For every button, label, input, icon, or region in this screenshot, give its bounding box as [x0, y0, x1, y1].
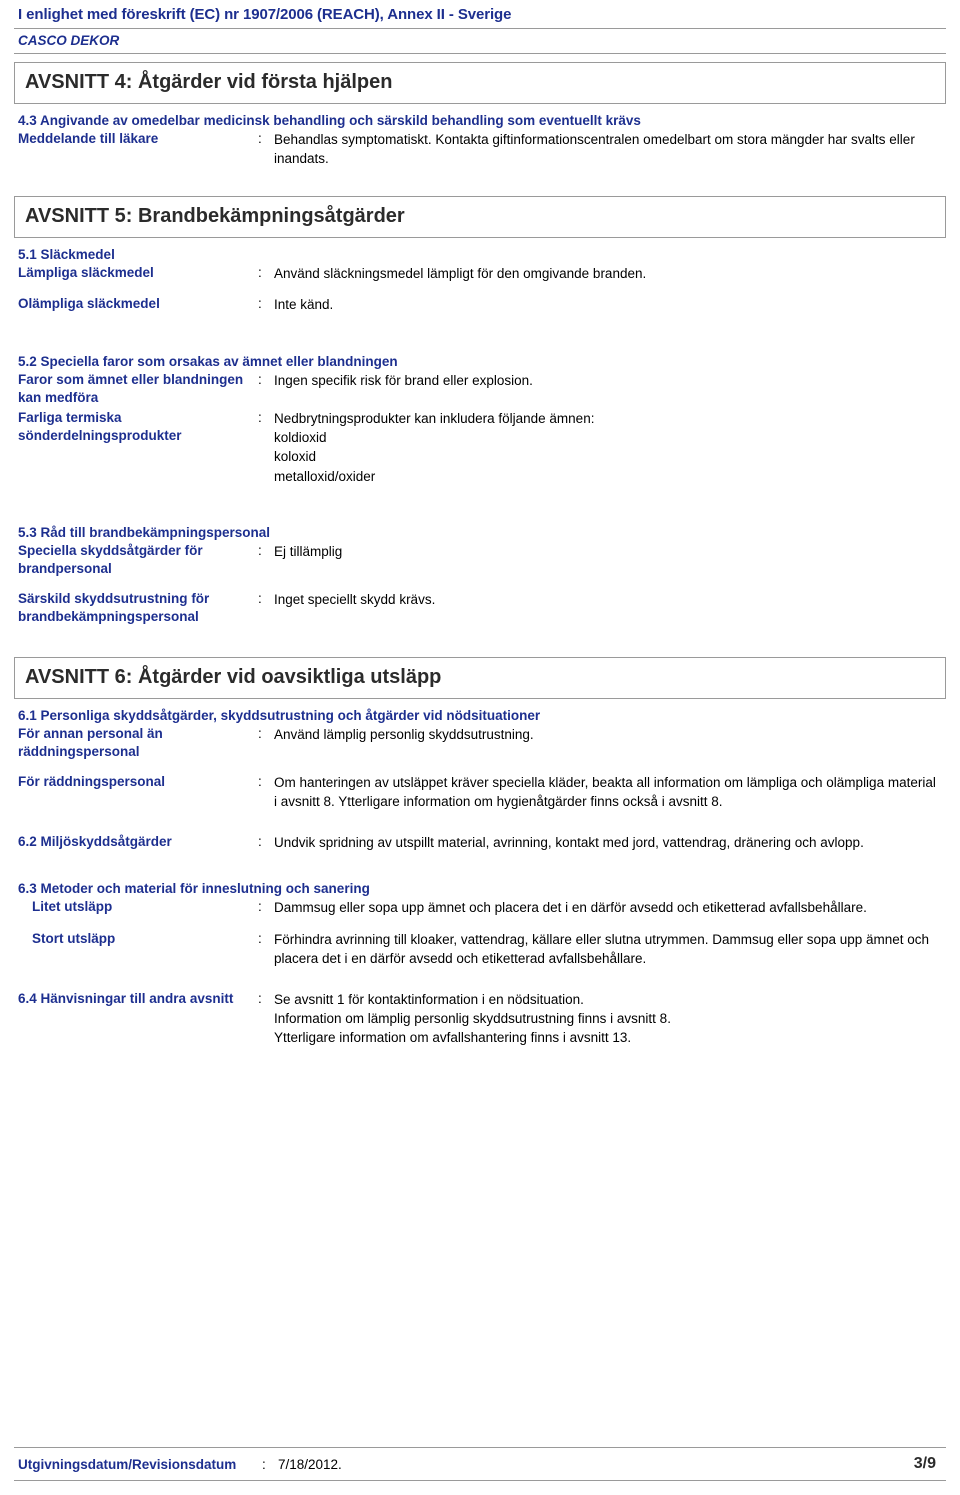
label-farliga-termiska: Farliga termiska sönderdelningsprodukter — [14, 409, 258, 445]
row-farliga-termiska: Farliga termiska sönderdelningsprodukter… — [14, 409, 946, 486]
value-faror-amnet: Ingen specifik risk för brand eller expl… — [274, 372, 533, 388]
value-farliga-termiska: Nedbrytningsprodukter kan inkludera följ… — [274, 409, 946, 486]
value-line-1: Se avsnitt 1 för kontaktinformation i en… — [274, 991, 584, 1007]
subheading-6-3: 6.3 Metoder och material för inneslutnin… — [18, 881, 370, 897]
value-sarskild-skyddsutrustning: Inget speciellt skydd krävs. — [274, 592, 436, 608]
colon: : — [258, 930, 262, 946]
label-line-2: sönderdelningsprodukter — [18, 428, 182, 444]
page-footer: Utgivningsdatum/Revisionsdatum : 7/18/20… — [14, 1447, 946, 1481]
value-line-2: Information om lämplig personlig skyddsu… — [274, 1011, 671, 1027]
row-miljoskyddsatgarder: 6.2 Miljöskyddsåtgärder : Undvik spridni… — [14, 833, 946, 852]
colon: : — [258, 410, 262, 426]
row-sarskild-skyddsutrustning: Särskild skyddsutrustning för brandbekäm… — [14, 590, 946, 626]
value-lampliga-slackmedel: Använd släckningsmedel lämpligt för den … — [274, 266, 647, 282]
footer-page-number: 3/9 — [913, 1455, 936, 1472]
section-banner-4: AVSNITT 4: Åtgärder vid första hjälpen — [14, 62, 946, 104]
value-line-1: Nedbrytningsprodukter kan inkludera följ… — [274, 411, 595, 427]
colon: : — [258, 371, 262, 387]
label-hanvisningar-andra-avsnitt: 6.4 Hänvisningar till andra avsnitt — [14, 990, 258, 1008]
label-lampliga-slackmedel: Lämpliga släckmedel — [18, 265, 154, 281]
label-line-1: Speciella skyddsåtgärder — [18, 542, 181, 558]
colon: : — [258, 990, 262, 1006]
footer-row: Utgivningsdatum/Revisionsdatum : 7/18/20… — [14, 1448, 946, 1481]
footer-label-revision-date: Utgivningsdatum/Revisionsdatum — [18, 1456, 237, 1472]
label-litet-utslapp: Litet utsläpp — [32, 899, 113, 915]
section-banner-6: AVSNITT 6: Åtgärder vid oavsiktliga utsl… — [14, 656, 946, 699]
row-speciella-skyddsatgarder: Speciella skyddsåtgärder för brandperson… — [14, 542, 946, 578]
value-stort-utslapp: Förhindra avrinning till kloaker, vatten… — [274, 931, 930, 966]
label-speciella-skyddsatgarder: Speciella skyddsåtgärder för brandperson… — [14, 542, 258, 578]
subheading-5-2: 5.2 Speciella faror som orsakas av ämnet… — [18, 353, 398, 369]
subheading-4-3: 4.3 Angivande av omedelbar medicinsk beh… — [18, 113, 641, 128]
value-litet-utslapp: Dammsug eller sopa upp ämnet och placera… — [274, 900, 867, 916]
colon: : — [258, 131, 262, 146]
value-hanvisningar-andra-avsnitt: Se avsnitt 1 för kontaktinformation i en… — [274, 990, 946, 1047]
label-line-2: för — [191, 591, 210, 607]
label-line-2: avsnitt — [189, 990, 234, 1006]
label-raddningspersonal: För räddningspersonal — [18, 774, 166, 789]
label-line-3: brandbekämpningspersonal — [18, 609, 199, 625]
regulation-header: I enlighet med föreskrift (EC) nr 1907/2… — [18, 6, 512, 23]
colon: : — [258, 725, 262, 741]
value-speciella-skyddsatgarder: Ej tillämplig — [274, 543, 343, 559]
subheading-5-3: 5.3 Råd till brandbekämpningspersonal — [18, 524, 271, 540]
value-raddningspersonal: Om hanteringen av utsläppet kräver speci… — [274, 775, 936, 810]
label-stort-utslapp: Stort utsläpp — [32, 930, 116, 946]
value-line-3: koloxid — [274, 449, 317, 465]
row-stort-utslapp: Stort utsläpp : Förhindra avrinning till… — [14, 930, 946, 968]
row-meddelande-till-lakare: Meddelande till läkare : Behandlas sympt… — [14, 130, 946, 168]
value-miljoskyddsatgarder: Undvik spridning av utspillt material, a… — [274, 835, 864, 851]
label-line-1: Farliga termiska — [18, 410, 122, 426]
product-divider — [14, 53, 946, 54]
colon: : — [258, 296, 262, 312]
colon: : — [262, 1456, 266, 1472]
row-olampliga-slackmedel: Olämpliga släckmedel : Inte känd. — [14, 295, 946, 314]
colon: : — [258, 265, 262, 281]
row-raddningspersonal: För räddningspersonal : Om hanteringen a… — [14, 773, 946, 811]
label-meddelande-till-lakare: Meddelande till läkare — [18, 131, 159, 146]
label-sarskild-skyddsutrustning: Särskild skyddsutrustning för brandbekäm… — [14, 590, 258, 626]
product-name: CASCO DEKOR — [18, 33, 120, 48]
colon: : — [258, 542, 262, 558]
label-line-1: Särskild skyddsutrustning — [18, 591, 188, 607]
row-litet-utslapp: Litet utsläpp : Dammsug eller sopa upp ä… — [14, 898, 946, 917]
footer-revision-date: 7/18/2012. — [278, 1456, 342, 1472]
subheading-5-1: 5.1 Släckmedel — [18, 247, 115, 263]
label-miljoskyddsatgarder: 6.2 Miljöskyddsåtgärder — [18, 834, 172, 850]
value-annan-personal: Använd lämplig personlig skyddsutrustnin… — [274, 726, 534, 742]
colon: : — [258, 899, 262, 915]
label-faror-amnet: Faror som ämnet eller blandningen kan me… — [14, 371, 258, 407]
colon: : — [258, 591, 262, 607]
sds-document-page: I enlighet med föreskrift (EC) nr 1907/2… — [0, 0, 960, 1495]
label-line-1: 6.4 Hänvisningar till andra — [18, 990, 187, 1006]
label-olampliga-slackmedel: Olämpliga släckmedel — [18, 296, 160, 312]
row-lampliga-slackmedel: Lämpliga släckmedel : Använd släckningsm… — [14, 264, 946, 283]
label-annan-personal: För annan personal än räddningspersonal — [14, 725, 258, 761]
value-meddelande-till-lakare: Behandlas symptomatiskt. Kontakta giftin… — [274, 132, 915, 167]
section-banner-5: AVSNITT 5: Brandbekämpningsåtgärder — [14, 196, 946, 239]
label-line-1: Faror som ämnet eller — [18, 371, 160, 387]
subheading-6-1: 6.1 Personliga skyddsåtgärder, skyddsutr… — [18, 707, 541, 723]
value-line-2: koldioxid — [274, 430, 327, 446]
row-faror-amnet: Faror som ämnet eller blandningen kan me… — [14, 371, 946, 407]
colon: : — [258, 834, 262, 850]
row-annan-personal: För annan personal än räddningspersonal … — [14, 725, 946, 761]
value-line-4: metalloxid/oxider — [274, 468, 376, 484]
label-line-1: För annan personal än — [18, 725, 163, 741]
value-olampliga-slackmedel: Inte känd. — [274, 297, 334, 313]
label-line-2: räddningspersonal — [18, 743, 140, 759]
value-line-3: Ytterligare information om avfallshanter… — [274, 1030, 632, 1046]
row-hanvisningar-andra-avsnitt: 6.4 Hänvisningar till andra avsnitt : Se… — [14, 990, 946, 1047]
colon: : — [258, 774, 262, 789]
